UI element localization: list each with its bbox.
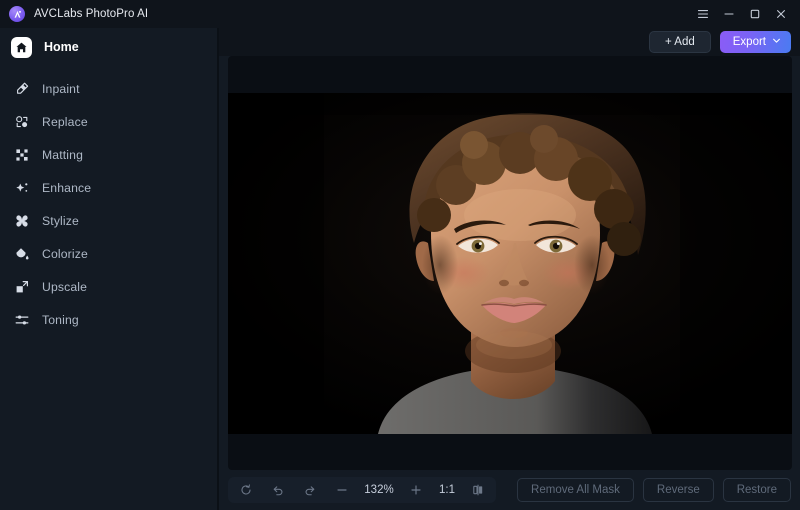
zoom-in-icon[interactable] xyxy=(400,478,432,502)
sidebar-item-enhance[interactable]: Enhance xyxy=(0,174,219,202)
stylize-icon xyxy=(13,213,30,230)
chevron-down-icon xyxy=(772,36,781,48)
app-title: AVCLabs PhotoPro AI xyxy=(34,8,149,20)
sidebar-item-label-matting: Matting xyxy=(42,148,84,162)
sidebar-item-colorize[interactable]: Colorize xyxy=(0,240,219,268)
sidebar-item-home[interactable]: Home xyxy=(0,33,219,61)
inpaint-icon xyxy=(13,81,30,98)
replace-icon xyxy=(13,114,30,131)
avclabs-logo-icon xyxy=(9,6,25,22)
export-button-label: Export xyxy=(732,36,766,48)
compare-split-icon[interactable] xyxy=(462,478,494,502)
sidebar-item-label-upscale: Upscale xyxy=(42,280,88,294)
sidebar-item-label-replace: Replace xyxy=(42,115,88,129)
close-icon[interactable] xyxy=(768,2,794,26)
sidebar-item-matting[interactable]: Matting xyxy=(0,141,219,169)
main-area: + Add Export 132% 1:1 Remove All Mask Re… xyxy=(219,28,800,510)
portrait-illustration xyxy=(228,93,792,434)
undo-icon[interactable] xyxy=(262,478,294,502)
app-window: AVCLabs PhotoPro AI Home Inpaint Replace… xyxy=(0,0,800,510)
sidebar-item-label-stylize: Stylize xyxy=(42,214,79,228)
restore-button[interactable]: Restore xyxy=(722,478,791,502)
sidebar-item-label-enhance: Enhance xyxy=(42,181,92,195)
body-row: Home Inpaint Replace Matting Enhance Sty… xyxy=(0,28,800,510)
sidebar-item-label-inpaint: Inpaint xyxy=(42,82,80,96)
sidebar-item-label-colorize: Colorize xyxy=(42,247,88,261)
sidebar-item-inpaint[interactable]: Inpaint xyxy=(0,75,219,103)
sidebar-item-label-toning: Toning xyxy=(42,313,79,327)
sidebar-item-stylize[interactable]: Stylize xyxy=(0,207,219,235)
view-tool-group: 132% 1:1 xyxy=(228,477,496,503)
sidebar-item-upscale[interactable]: Upscale xyxy=(0,273,219,301)
maximize-icon[interactable] xyxy=(742,2,768,26)
mask-button-group: Remove All Mask Reverse Restore xyxy=(517,478,791,502)
remove-all-mask-button[interactable]: Remove All Mask xyxy=(517,478,634,502)
minimize-icon[interactable] xyxy=(716,2,742,26)
sidebar-item-label-home: Home xyxy=(44,40,79,54)
enhance-icon xyxy=(13,180,30,197)
sidebar-item-toning[interactable]: Toning xyxy=(0,306,219,334)
redo-icon[interactable] xyxy=(294,478,326,502)
main-topbar: + Add Export xyxy=(219,28,800,56)
export-button[interactable]: Export xyxy=(719,31,791,53)
colorize-icon xyxy=(13,246,30,263)
sidebar: Home Inpaint Replace Matting Enhance Sty… xyxy=(0,28,222,510)
photo-image[interactable] xyxy=(228,93,792,434)
title-bar: AVCLabs PhotoPro AI xyxy=(0,0,800,28)
home-icon xyxy=(11,36,32,58)
zoom-level: 132% xyxy=(364,484,394,496)
canvas-area[interactable] xyxy=(228,56,792,470)
reset-icon[interactable] xyxy=(230,478,262,502)
toning-icon xyxy=(13,312,30,329)
zoom-out-icon[interactable] xyxy=(326,478,358,502)
reverse-button[interactable]: Reverse xyxy=(642,478,714,502)
bottom-toolbar: 132% 1:1 Remove All Mask Reverse Restore xyxy=(219,470,800,510)
matting-icon xyxy=(13,147,30,164)
add-button[interactable]: + Add xyxy=(649,31,711,53)
fit-ratio-button[interactable]: 1:1 xyxy=(432,484,462,496)
upscale-icon xyxy=(13,279,30,296)
menu-icon[interactable] xyxy=(690,2,716,26)
sidebar-item-replace[interactable]: Replace xyxy=(0,108,219,136)
